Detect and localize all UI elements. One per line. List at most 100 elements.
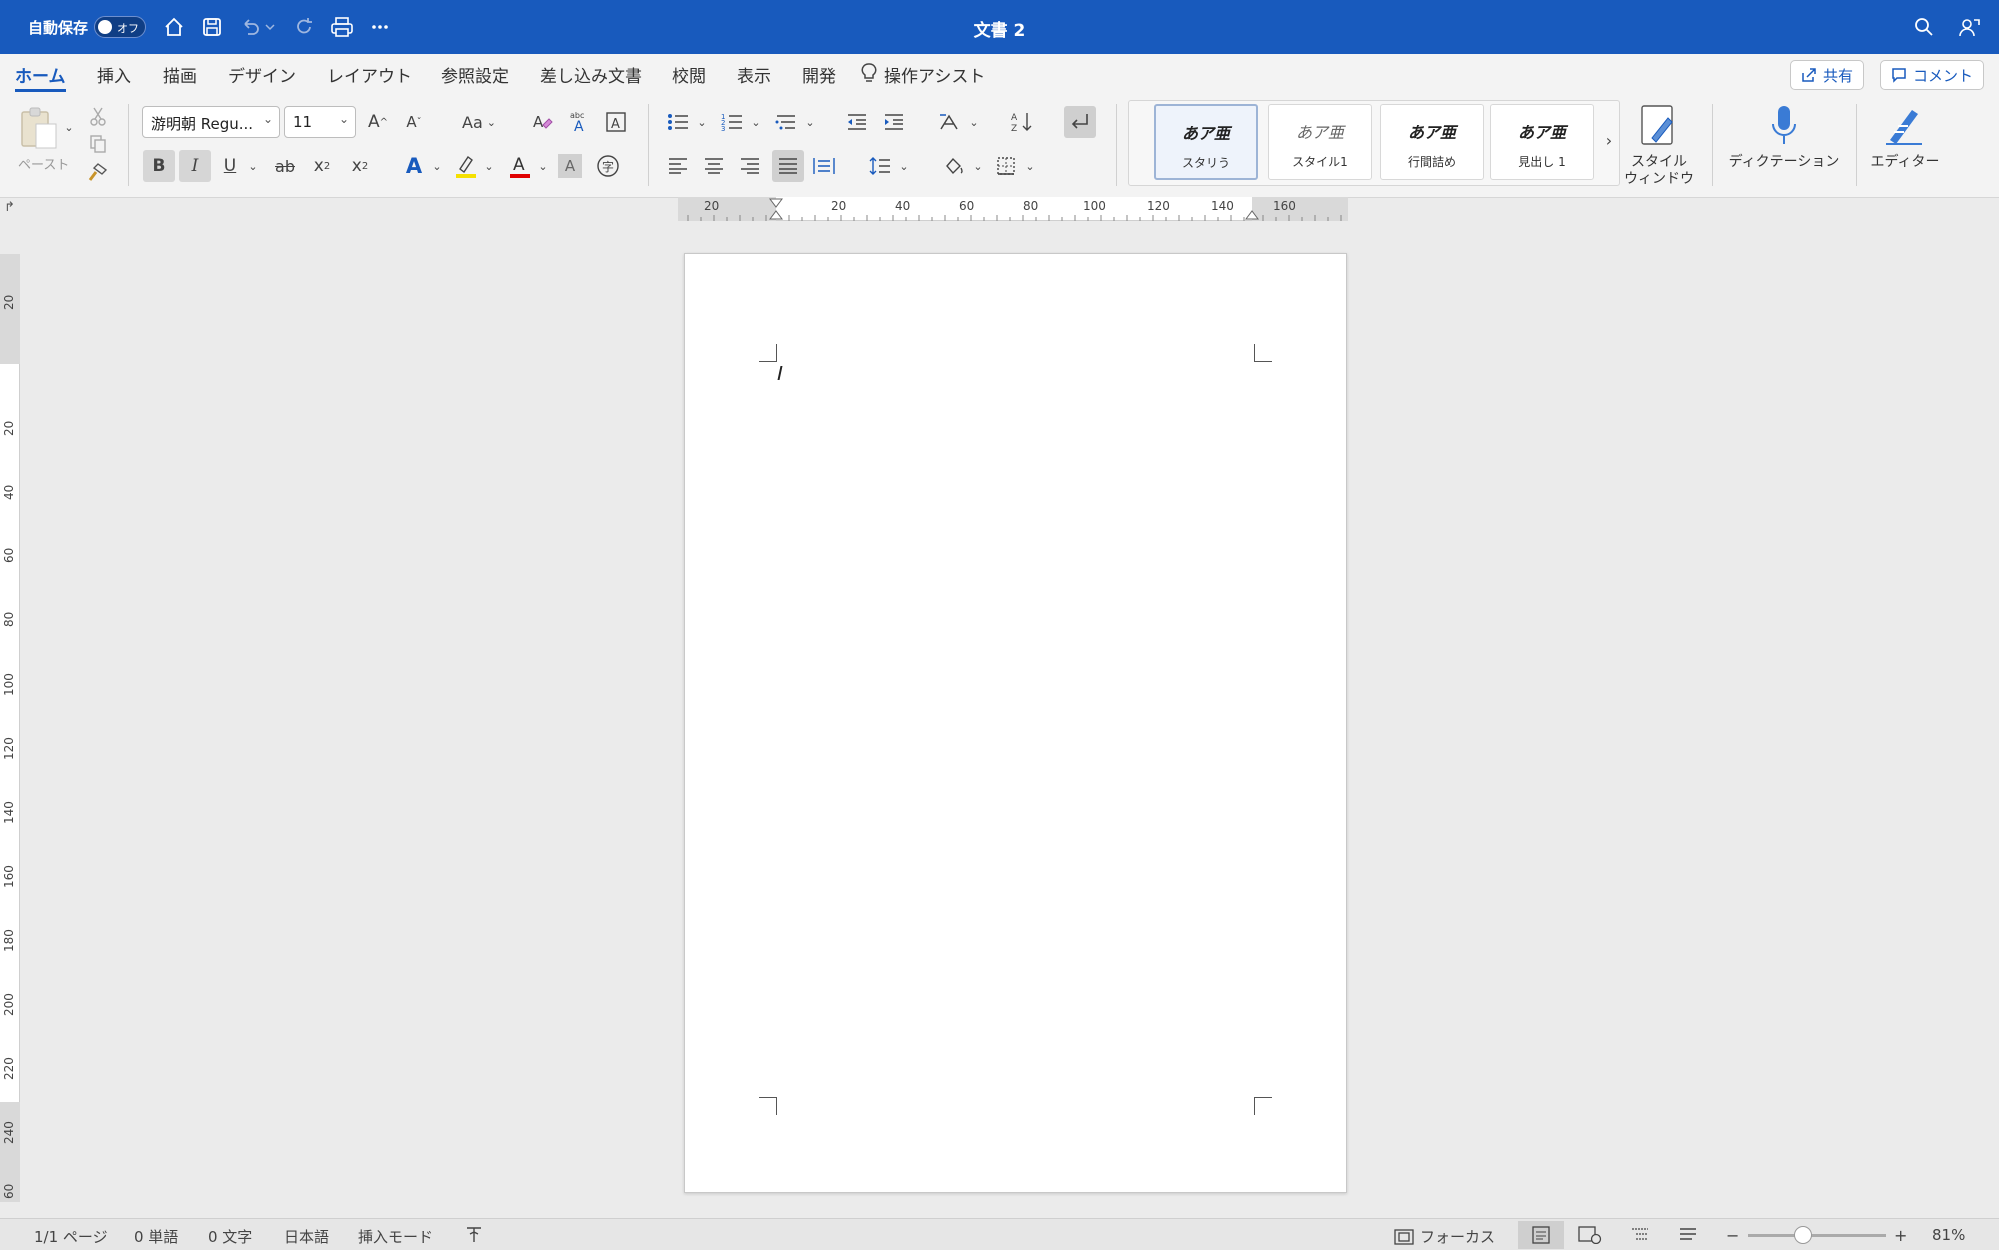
paste-dropdown-icon[interactable]: ⌄ xyxy=(62,120,76,134)
tab-home[interactable]: ホーム xyxy=(15,62,66,92)
right-indent-marker[interactable] xyxy=(1245,210,1259,220)
shading-icon[interactable] xyxy=(940,152,968,180)
font-size-select[interactable]: 11 ⌄ xyxy=(284,106,356,138)
autosave-toggle[interactable]: オフ xyxy=(94,16,146,38)
page-count[interactable]: 1/1 ページ xyxy=(34,1226,108,1247)
increase-indent-icon[interactable] xyxy=(880,108,908,136)
zoom-in-button[interactable]: + xyxy=(1894,1226,1907,1245)
superscript-icon[interactable]: x2 xyxy=(346,150,374,182)
search-icon[interactable] xyxy=(1910,13,1938,41)
tab-insert[interactable]: 挿入 xyxy=(97,62,131,92)
web-layout-view-icon[interactable] xyxy=(1578,1226,1602,1248)
decrease-indent-icon[interactable] xyxy=(843,108,871,136)
chevron-right-icon[interactable]: › xyxy=(1600,128,1618,152)
clear-formatting-icon[interactable]: A xyxy=(528,108,556,136)
editor-icon[interactable] xyxy=(1882,104,1926,148)
numbering-dropdown-icon[interactable]: ⌄ xyxy=(750,114,762,130)
language-status[interactable]: 日本語 xyxy=(284,1226,329,1247)
justify-icon[interactable] xyxy=(772,150,804,182)
style-no-spacing[interactable]: あア亜 行間詰め xyxy=(1380,104,1484,180)
tab-developer[interactable]: 開発 xyxy=(802,62,836,92)
zoom-slider-thumb[interactable] xyxy=(1794,1226,1813,1244)
vertical-ruler[interactable]: 20 20 40 60 80 100 120 140 160 180 200 2… xyxy=(0,254,20,1202)
home-icon[interactable] xyxy=(160,13,188,41)
bold-button[interactable]: B xyxy=(143,150,175,182)
word-count[interactable]: 0 単語 xyxy=(134,1226,178,1247)
paste-button[interactable] xyxy=(16,106,60,150)
highlight-icon[interactable] xyxy=(452,150,480,182)
font-color-dropdown-icon[interactable]: ⌄ xyxy=(536,158,550,174)
char-count[interactable]: 0 文字 xyxy=(208,1226,252,1247)
bullets-dropdown-icon[interactable]: ⌄ xyxy=(696,114,708,130)
phonetic-guide-icon[interactable]: abc A xyxy=(564,108,592,136)
save-icon[interactable] xyxy=(198,13,226,41)
redo-icon[interactable] xyxy=(290,13,318,41)
draft-view-icon[interactable] xyxy=(1678,1226,1698,1248)
line-spacing-dropdown-icon[interactable]: ⌄ xyxy=(898,158,910,174)
cut-icon[interactable] xyxy=(86,104,110,128)
align-left-icon[interactable] xyxy=(664,152,692,180)
insert-mode-status[interactable]: 挿入モード xyxy=(358,1226,433,1247)
subscript-icon[interactable]: x2 xyxy=(308,150,336,182)
left-indent-marker[interactable] xyxy=(769,210,783,220)
tab-references[interactable]: 参照設定 xyxy=(441,62,509,92)
text-effects-dropdown-icon[interactable]: ⌄ xyxy=(430,158,444,174)
undo-icon[interactable] xyxy=(236,13,264,41)
underline-dropdown-icon[interactable]: ⌄ xyxy=(246,158,260,174)
style-standard[interactable]: あア亜 スタリう xyxy=(1154,104,1258,180)
align-center-icon[interactable] xyxy=(700,152,728,180)
underline-button[interactable]: U xyxy=(217,150,243,182)
microphone-icon[interactable] xyxy=(1766,104,1802,148)
asian-layout-icon[interactable] xyxy=(936,108,964,136)
shrink-font-icon[interactable]: Aˇ xyxy=(400,108,428,136)
bullets-icon[interactable] xyxy=(664,108,692,136)
share-button[interactable]: 共有 xyxy=(1790,60,1865,90)
tab-view[interactable]: 表示 xyxy=(737,62,771,92)
style-heading-1[interactable]: あア亜 見出し 1 xyxy=(1490,104,1594,180)
italic-button[interactable]: I xyxy=(179,150,211,182)
show-formatting-marks-icon[interactable] xyxy=(1064,106,1096,138)
distributed-icon[interactable] xyxy=(810,152,838,180)
print-layout-view-icon[interactable] xyxy=(1518,1221,1564,1249)
asian-layout-dropdown-icon[interactable]: ⌄ xyxy=(968,114,980,130)
focus-button[interactable]: フォーカス xyxy=(1394,1226,1495,1247)
numbering-icon[interactable]: 123 xyxy=(718,108,746,136)
comment-button[interactable]: コメント xyxy=(1880,60,1985,90)
account-icon[interactable] xyxy=(1956,13,1984,41)
change-case-button[interactable]: Aa ⌄ xyxy=(456,108,502,136)
highlight-dropdown-icon[interactable]: ⌄ xyxy=(482,158,496,174)
font-color-icon[interactable]: A xyxy=(506,150,534,182)
line-spacing-icon[interactable] xyxy=(866,152,894,180)
multilevel-dropdown-icon[interactable]: ⌄ xyxy=(804,114,816,130)
document-page[interactable] xyxy=(684,253,1347,1193)
multilevel-list-icon[interactable] xyxy=(772,108,800,136)
grow-font-icon[interactable]: A ^ xyxy=(364,108,392,136)
undo-dropdown-icon[interactable] xyxy=(262,13,278,41)
more-icon[interactable] xyxy=(366,13,394,41)
character-shading-icon[interactable]: A xyxy=(558,154,582,178)
strikethrough-button[interactable]: ab xyxy=(270,150,300,182)
tab-selector-icon[interactable]: ↱ xyxy=(4,200,15,215)
enclose-characters-icon[interactable]: 字 xyxy=(594,152,622,180)
tab-layout[interactable]: レイアウト xyxy=(327,62,412,92)
outline-view-icon[interactable] xyxy=(1630,1226,1650,1248)
horizontal-ruler[interactable]: 20 20 40 60 80 100 120 140 160 xyxy=(678,197,1348,221)
borders-dropdown-icon[interactable]: ⌄ xyxy=(1024,158,1036,174)
tab-design[interactable]: デザイン xyxy=(228,62,296,92)
accessibility-icon[interactable] xyxy=(464,1226,484,1248)
zoom-level[interactable]: 81% xyxy=(1932,1226,1965,1244)
borders-icon[interactable] xyxy=(992,152,1020,180)
shading-dropdown-icon[interactable]: ⌄ xyxy=(972,158,984,174)
align-right-icon[interactable] xyxy=(736,152,764,180)
tab-draw[interactable]: 描画 xyxy=(163,62,197,92)
styles-pane-icon[interactable] xyxy=(1636,104,1680,148)
zoom-slider-track[interactable] xyxy=(1748,1226,1886,1244)
copy-icon[interactable] xyxy=(86,132,110,156)
style-style1[interactable]: あア亜 スタイル1 xyxy=(1268,104,1372,180)
text-effects-icon[interactable]: A xyxy=(400,150,428,182)
tab-review[interactable]: 校閲 xyxy=(672,62,706,92)
print-icon[interactable] xyxy=(328,13,356,41)
tell-me[interactable]: 操作アシスト xyxy=(860,62,985,92)
zoom-out-button[interactable]: − xyxy=(1726,1226,1739,1245)
first-line-indent-marker[interactable] xyxy=(769,198,783,208)
